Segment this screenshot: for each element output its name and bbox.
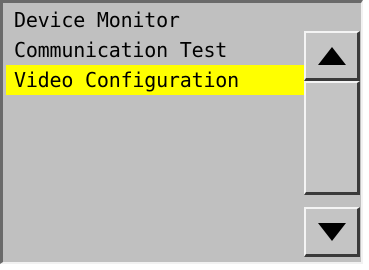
scroll-down-button[interactable] [304, 207, 360, 257]
list-item-device-monitor[interactable]: Device Monitor [6, 5, 308, 35]
list-item-communication-test[interactable]: Communication Test [6, 35, 308, 65]
scroll-up-button[interactable] [304, 31, 360, 81]
triangle-down-icon [317, 222, 346, 241]
triangle-up-icon [317, 46, 346, 65]
scroll-track[interactable] [304, 81, 360, 195]
menu-list: Device Monitor Communication Test Video … [6, 5, 308, 95]
list-item-video-configuration[interactable]: Video Configuration [6, 65, 308, 95]
